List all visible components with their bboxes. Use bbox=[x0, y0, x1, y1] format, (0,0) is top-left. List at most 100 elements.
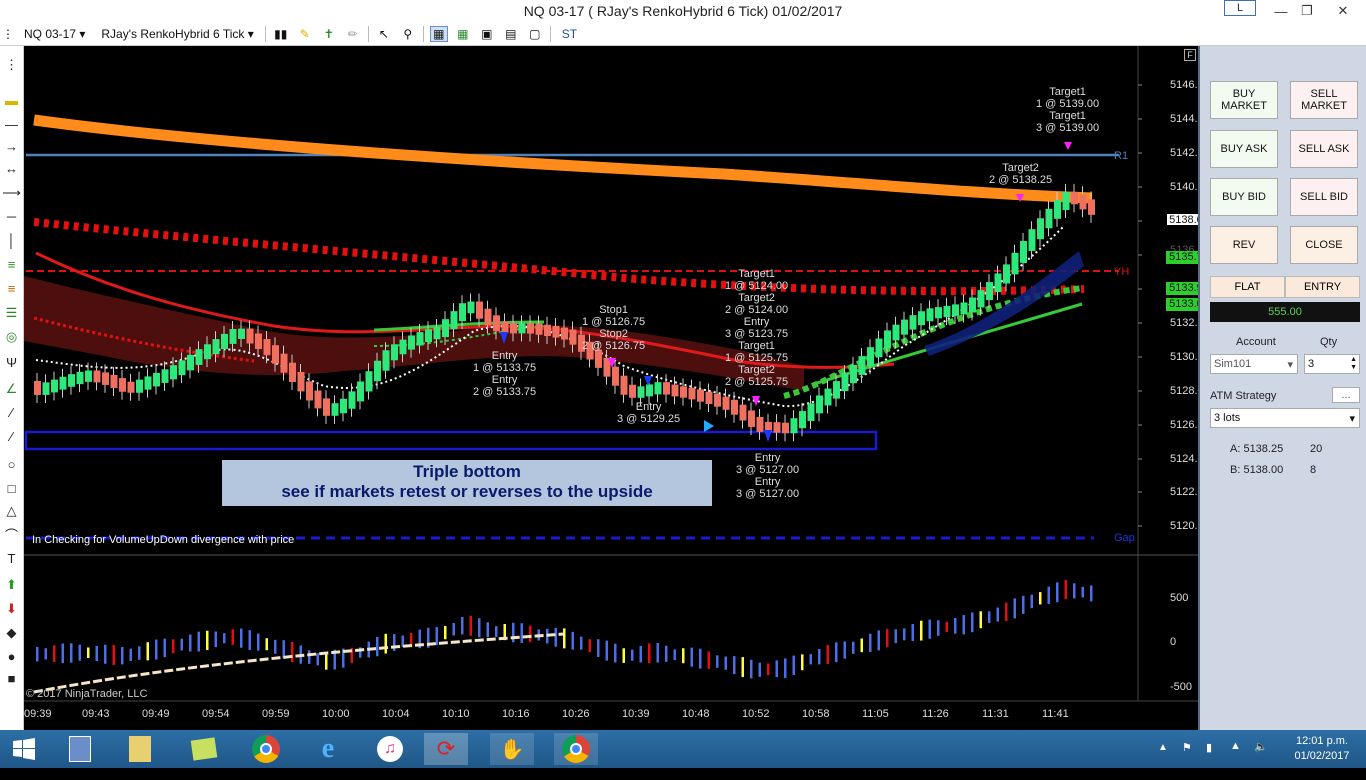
diamond-icon[interactable]: ◆ bbox=[3, 624, 20, 641]
internet-explorer-icon[interactable]: e bbox=[306, 733, 350, 765]
flag-icon[interactable]: ⚑ bbox=[1182, 741, 1192, 779]
volume-bar bbox=[818, 649, 821, 665]
extended-line-icon[interactable]: ↔ bbox=[3, 160, 20, 177]
chevron-down-icon: ▾ bbox=[1349, 412, 1355, 425]
zoom-icon[interactable]: ⚲ bbox=[399, 26, 417, 42]
window-title: NQ 03-17 ( RJay's RenkoHybrid 6 Tick) 01… bbox=[523, 3, 843, 19]
crosshair-icon[interactable]: ⋮ bbox=[3, 56, 20, 73]
arc-icon[interactable]: ⌒ bbox=[3, 526, 20, 543]
volume-bar bbox=[920, 620, 923, 641]
instrument-selector[interactable]: NQ 03-17 ▾ bbox=[16, 27, 93, 41]
buy-market-button[interactable]: BUY MARKET bbox=[1210, 81, 1278, 119]
add-indicator-icon[interactable]: ✝ bbox=[320, 26, 338, 42]
data-box-icon[interactable]: ▦ bbox=[454, 26, 472, 42]
atm-strategy-select[interactable]: 3 lots ▾ bbox=[1210, 408, 1360, 428]
buy-bid-button[interactable]: BUY BID bbox=[1210, 178, 1278, 216]
buy-ask-button[interactable]: BUY ASK bbox=[1210, 130, 1278, 168]
battery-icon[interactable]: ▮ bbox=[1206, 741, 1212, 779]
dot-icon[interactable]: ● bbox=[3, 648, 20, 665]
volume-icon[interactable]: 🔈 bbox=[1254, 740, 1268, 778]
template-icon[interactable]: ▢ bbox=[526, 26, 544, 42]
properties-icon[interactable]: ▤ bbox=[502, 26, 520, 42]
triangle-icon[interactable]: △ bbox=[3, 502, 20, 519]
pitchfork-icon[interactable]: Ψ bbox=[3, 354, 20, 371]
system-clock[interactable]: 12:01 p.m. 01/02/2017 bbox=[1286, 734, 1358, 772]
calculator-icon[interactable] bbox=[58, 733, 102, 765]
candle-body bbox=[93, 370, 101, 383]
ruler-icon[interactable]: ▬ bbox=[3, 92, 20, 109]
sell-ask-button[interactable]: SELL ASK bbox=[1290, 130, 1358, 168]
arrow-down-icon[interactable]: ⬇ bbox=[3, 600, 20, 617]
network-icon[interactable]: ▲ bbox=[1230, 740, 1241, 778]
volume-bar bbox=[622, 648, 625, 663]
sell-bid-button[interactable]: SELL BID bbox=[1290, 178, 1358, 216]
sell-market-button[interactable]: SELL MARKET bbox=[1290, 81, 1358, 119]
ellipse-icon[interactable]: ○ bbox=[3, 456, 20, 473]
close-icon[interactable]: ✕ bbox=[1320, 0, 1366, 22]
square-icon[interactable]: ■ bbox=[3, 670, 20, 687]
windows-start-icon[interactable] bbox=[2, 733, 46, 765]
chart-float-button[interactable]: F bbox=[1184, 49, 1196, 61]
draw-pencil-icon[interactable]: ✎ bbox=[296, 26, 314, 42]
cursor-icon[interactable]: ↖ bbox=[375, 26, 393, 42]
volume-bar bbox=[70, 643, 73, 663]
screenshot-icon[interactable]: ▣ bbox=[478, 26, 496, 42]
vertical-line-icon[interactable]: │ bbox=[3, 232, 20, 249]
candle-body bbox=[952, 304, 959, 316]
ray-icon[interactable]: → bbox=[3, 138, 20, 155]
account-select[interactable]: Sim101 ▾ bbox=[1210, 354, 1298, 374]
fib-extension-icon[interactable]: ≡ bbox=[3, 280, 20, 297]
order-label-target2: Target2 2 @ 5138.25 bbox=[989, 162, 1053, 186]
volume-bar bbox=[1056, 582, 1059, 603]
qty-stepper[interactable]: 3 ▲ ▼ bbox=[1304, 354, 1360, 374]
sticky-notes-icon[interactable] bbox=[182, 733, 226, 765]
arrow-line-icon[interactable]: ⟶ bbox=[2, 184, 21, 201]
volume-bar bbox=[452, 622, 455, 636]
volume-bar bbox=[801, 654, 804, 671]
bar-type-selector[interactable]: RJay's RenkoHybrid 6 Tick ▾ bbox=[93, 27, 261, 41]
atm-strategy-button[interactable]: ... bbox=[1332, 387, 1360, 403]
candle-body bbox=[382, 350, 390, 371]
volume-bar bbox=[529, 625, 532, 643]
fibonacci-icon[interactable]: ≡ bbox=[3, 256, 20, 273]
time-axis-label: 10:04 bbox=[382, 708, 410, 720]
close-position-button[interactable]: CLOSE bbox=[1290, 226, 1358, 264]
arrow-up-icon[interactable]: ⬆ bbox=[3, 576, 20, 593]
fib-time-icon[interactable]: ☰ bbox=[3, 304, 20, 321]
candle-body bbox=[858, 356, 866, 375]
rectangle-icon[interactable]: □ bbox=[3, 480, 20, 497]
candle-body bbox=[901, 319, 908, 335]
candle-body bbox=[714, 394, 721, 407]
chrome-window-icon[interactable] bbox=[554, 733, 598, 765]
itunes-icon[interactable]: ♫ bbox=[368, 733, 412, 765]
ninjatrader-icon[interactable]: ⟳ bbox=[424, 733, 468, 765]
volume-bar bbox=[384, 633, 387, 654]
volume-bar bbox=[588, 639, 591, 653]
file-explorer-icon[interactable] bbox=[118, 733, 162, 765]
triple-bottom-annotation[interactable]: Triple bottom see if markets retest or r… bbox=[222, 460, 712, 506]
layout-button[interactable]: L bbox=[1224, 0, 1256, 16]
candle-body bbox=[1071, 191, 1078, 205]
chart-style-icon[interactable]: ▮▮ bbox=[272, 26, 290, 42]
price-chart[interactable]: 5146.00 5144.00 5142.00 5140.00 5132.00 … bbox=[24, 46, 1212, 730]
candle-body bbox=[986, 282, 993, 301]
volume-bar bbox=[104, 644, 107, 664]
strategy-icon[interactable]: ✏ bbox=[344, 26, 362, 42]
chart-trader-icon[interactable]: ▦ bbox=[429, 25, 448, 42]
grab-tool-icon[interactable]: ✋ bbox=[490, 733, 534, 765]
fib-circle-icon[interactable]: ◎ bbox=[3, 328, 20, 345]
horizontal-line-icon[interactable]: ─ bbox=[3, 208, 20, 225]
regression-channel-icon[interactable]: ∕ bbox=[3, 428, 20, 445]
text-icon[interactable]: T bbox=[3, 550, 20, 567]
candle-body bbox=[884, 330, 891, 349]
chrome-icon[interactable] bbox=[244, 733, 288, 765]
candle-body bbox=[510, 322, 517, 334]
line-icon[interactable]: — bbox=[3, 116, 20, 133]
reverse-button[interactable]: REV bbox=[1210, 226, 1278, 264]
volume-bar bbox=[869, 633, 872, 652]
show-hidden-icons[interactable]: ▲ bbox=[1158, 742, 1168, 780]
gann-fan-icon[interactable]: ∠ bbox=[3, 380, 20, 397]
strategy-toggle[interactable]: ST bbox=[554, 27, 585, 41]
candle-body bbox=[195, 349, 203, 365]
channel-icon[interactable]: ∕ bbox=[3, 404, 20, 421]
